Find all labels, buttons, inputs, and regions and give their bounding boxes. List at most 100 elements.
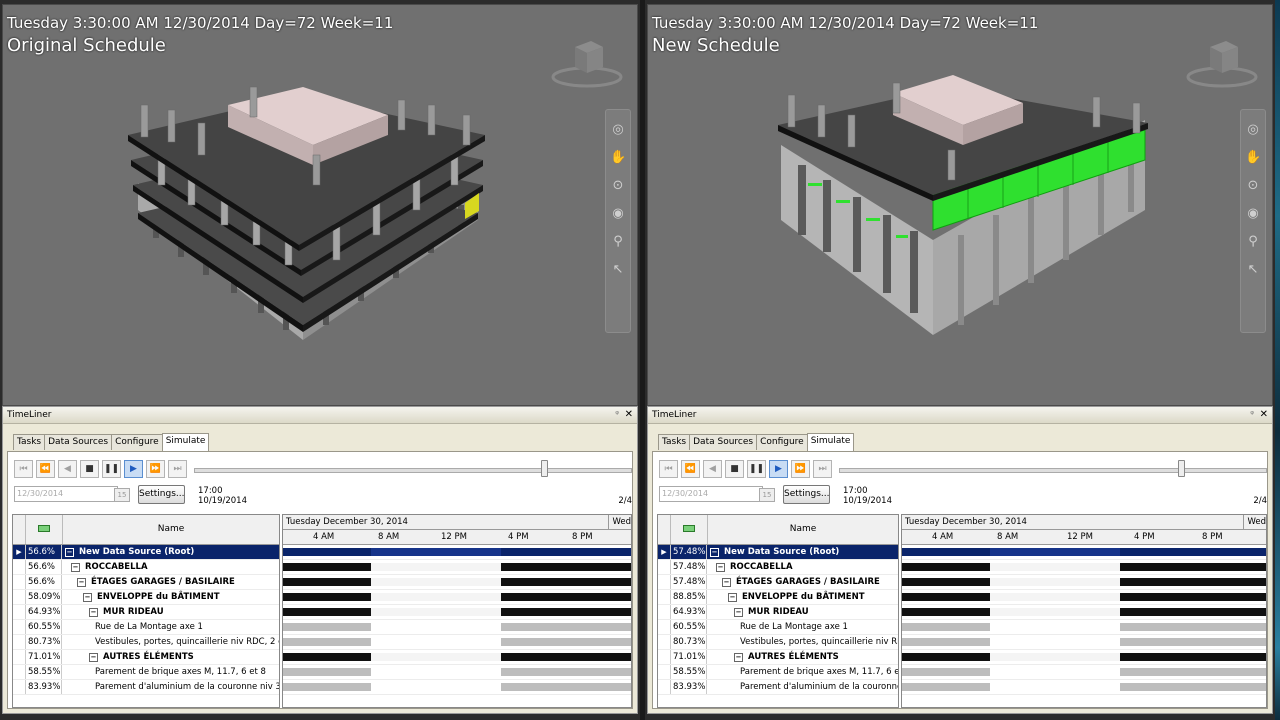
task-row[interactable]: 58.55% Parement de brique axes M, 11.7, 6… (13, 665, 279, 680)
step-back-button[interactable]: ⏪ (36, 460, 55, 478)
collapse-icon[interactable]: − (89, 653, 98, 662)
play-reverse-button[interactable]: ◀ (703, 460, 722, 478)
gantt-bar[interactable] (902, 563, 1266, 571)
gantt-bar[interactable] (902, 593, 1266, 601)
collapse-icon[interactable]: − (83, 593, 92, 602)
gantt-bar[interactable] (283, 683, 631, 691)
rewind-start-button[interactable]: ⏮ (659, 460, 678, 478)
play-button[interactable]: ▶ (124, 460, 143, 478)
slider-thumb[interactable] (1178, 460, 1186, 477)
settings-button[interactable]: Settings... (783, 485, 830, 504)
gantt-bar[interactable] (283, 593, 631, 601)
pause-button[interactable]: ❚❚ (747, 460, 766, 478)
step-forward-button[interactable]: ⏩ (791, 460, 810, 478)
steering-wheel-icon[interactable]: ◎ (1245, 122, 1261, 138)
task-row[interactable]: 88.85% − ENVELOPPE du BÂTIMENT (658, 590, 898, 605)
gantt-bar[interactable] (902, 653, 1266, 661)
row-selector[interactable] (13, 680, 26, 694)
close-icon[interactable]: ✕ (625, 407, 633, 423)
gantt-bar[interactable] (283, 638, 631, 646)
row-selector[interactable] (13, 635, 26, 649)
task-row[interactable]: 80.73% Vestibules, portes, quincaillerie … (658, 635, 898, 650)
navigation-bar[interactable]: ◎ ✋ ⊙ ◉ ⚲ ↖ (1240, 109, 1266, 333)
gantt-bar[interactable] (283, 668, 631, 676)
simulation-slider[interactable] (839, 468, 1267, 473)
task-row[interactable]: 71.01% − AUTRES ÉLÉMENTS (658, 650, 898, 665)
task-row[interactable]: 80.73% Vestibules, portes, quincaillerie … (13, 635, 279, 650)
calendar-icon[interactable]: 15 (114, 488, 130, 502)
orbit-icon[interactable]: ◉ (1245, 206, 1261, 222)
pause-button[interactable]: ❚❚ (102, 460, 121, 478)
step-forward-button[interactable]: ⏩ (146, 460, 165, 478)
gantt-bar[interactable] (902, 668, 1266, 676)
row-selector[interactable] (13, 590, 26, 604)
row-selector[interactable] (658, 575, 671, 589)
close-icon[interactable]: ✕ (1260, 407, 1268, 423)
tab-data-sources[interactable]: Data Sources (689, 434, 758, 450)
collapse-icon[interactable]: − (734, 608, 743, 617)
row-selector[interactable] (13, 665, 26, 679)
row-selector[interactable] (658, 590, 671, 604)
row-selector[interactable]: ▶ (658, 545, 671, 559)
task-row[interactable]: 83.93% Parement d'aluminium de la couronn… (658, 680, 898, 695)
row-selector[interactable] (658, 665, 671, 679)
date-input[interactable]: 12/30/2014 (659, 486, 763, 502)
simulation-slider[interactable] (194, 468, 632, 473)
stop-button[interactable]: ■ (725, 460, 744, 478)
stop-button[interactable]: ■ (80, 460, 99, 478)
task-row[interactable]: 56.6% − ÉTAGES GARAGES / BASILAIRE (13, 575, 279, 590)
collapse-icon[interactable]: − (77, 578, 86, 587)
navigation-bar[interactable]: ◎ ✋ ⊙ ◉ ⚲ ↖ (605, 109, 631, 333)
pin-icon[interactable]: ᵠ (1250, 407, 1254, 423)
pan-icon[interactable]: ✋ (1245, 150, 1261, 166)
collapse-icon[interactable]: − (722, 578, 731, 587)
task-row[interactable]: 71.01% − AUTRES ÉLÉMENTS (13, 650, 279, 665)
gantt-bar[interactable] (283, 563, 631, 571)
task-row[interactable]: 58.09% − ENVELOPPE du BÂTIMENT (13, 590, 279, 605)
date-input[interactable]: 12/30/2014 (14, 486, 118, 502)
task-row[interactable]: 57.48% − ROCCABELLA (658, 560, 898, 575)
collapse-icon[interactable]: − (71, 563, 80, 572)
tab-tasks[interactable]: Tasks (13, 434, 46, 450)
rewind-start-button[interactable]: ⏮ (14, 460, 33, 478)
viewcube-icon[interactable] (1182, 33, 1262, 93)
forward-end-button[interactable]: ⏭ (168, 460, 187, 478)
task-row[interactable]: 60.55% Rue de La Montage axe 1 (13, 620, 279, 635)
play-button[interactable]: ▶ (769, 460, 788, 478)
zoom-icon[interactable]: ⊙ (1245, 178, 1261, 194)
tab-simulate[interactable]: Simulate (806, 433, 855, 451)
task-row[interactable]: 83.93% Parement d'aluminium de la couronn… (13, 680, 279, 695)
gantt-bar[interactable] (902, 638, 1266, 646)
collapse-icon[interactable]: − (65, 548, 74, 557)
3d-viewport[interactable]: Tuesday 3:30:00 AM 12/30/2014 Day=72 Wee… (2, 4, 638, 406)
orbit-icon[interactable]: ◉ (610, 206, 626, 222)
gantt-bar[interactable] (283, 578, 631, 586)
tab-simulate[interactable]: Simulate (161, 433, 210, 451)
row-selector[interactable] (658, 560, 671, 574)
look-icon[interactable]: ⚲ (610, 234, 626, 250)
gantt-bar[interactable] (283, 548, 631, 556)
tab-data-sources[interactable]: Data Sources (44, 434, 113, 450)
row-selector[interactable] (13, 575, 26, 589)
look-icon[interactable]: ⚲ (1245, 234, 1261, 250)
row-selector[interactable] (13, 605, 26, 619)
gantt-bar[interactable] (902, 548, 1266, 556)
row-selector[interactable] (13, 560, 26, 574)
select-icon[interactable]: ↖ (1245, 262, 1261, 278)
gantt-bar[interactable] (902, 608, 1266, 616)
row-selector[interactable] (658, 680, 671, 694)
pin-icon[interactable]: ᵠ (615, 407, 619, 423)
row-selector[interactable] (658, 650, 671, 664)
name-column-header[interactable]: Name (63, 515, 279, 544)
gantt-bar[interactable] (283, 623, 631, 631)
select-icon[interactable]: ↖ (610, 262, 626, 278)
viewcube-icon[interactable] (547, 33, 627, 93)
gantt-bar[interactable] (902, 623, 1266, 631)
gantt-bar[interactable] (283, 653, 631, 661)
task-row[interactable]: ▶ 56.6% − New Data Source (Root) (13, 545, 279, 560)
task-row[interactable]: 57.48% − ÉTAGES GARAGES / BASILAIRE (658, 575, 898, 590)
task-row[interactable]: 56.6% − ROCCABELLA (13, 560, 279, 575)
steering-wheel-icon[interactable]: ◎ (610, 122, 626, 138)
task-row[interactable]: 58.55% Parement de brique axes M, 11.7, 6… (658, 665, 898, 680)
gantt-bar[interactable] (902, 683, 1266, 691)
